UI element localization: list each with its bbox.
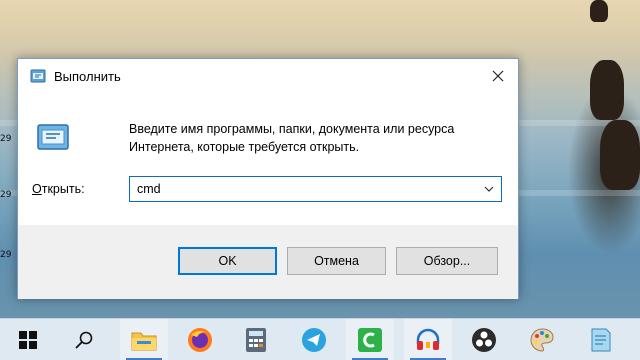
start-button[interactable]: [4, 319, 52, 360]
dialog-title: Выполнить: [54, 69, 121, 84]
wallpaper-shore: [0, 0, 640, 60]
search-button[interactable]: [60, 319, 108, 360]
windows-logo-icon: [19, 331, 37, 349]
chevron-down-icon: [484, 186, 494, 192]
desktop-icon-label[interactable]: 29: [0, 190, 18, 200]
dialog-description: Введите имя программы, папки, документа …: [129, 120, 509, 156]
desktop-icon-label[interactable]: 29: [0, 134, 18, 144]
taskbar-firefox[interactable]: [176, 319, 224, 360]
description-line-1: Введите имя программы, папки, документа …: [129, 122, 455, 136]
telegram-icon: [302, 328, 326, 352]
taskbar-camtasia[interactable]: [346, 319, 394, 360]
close-icon: [492, 70, 504, 82]
close-button[interactable]: [478, 59, 518, 93]
headphones-icon: [416, 328, 440, 350]
taskbar-file-explorer[interactable]: [120, 319, 168, 360]
folder-icon: [131, 332, 157, 351]
notepad-icon: [591, 328, 611, 352]
open-label: Открыть:: [32, 182, 85, 196]
cancel-button[interactable]: Отмена: [287, 247, 386, 275]
browse-button[interactable]: Обзор...: [396, 247, 498, 275]
taskbar-audio-app[interactable]: [404, 319, 452, 360]
taskbar-telegram[interactable]: [290, 319, 338, 360]
taskbar-obs[interactable]: [460, 319, 508, 360]
desktop-icon-label[interactable]: 29: [0, 250, 18, 260]
firefox-icon: [188, 328, 212, 352]
dialog-button-bar: OK Отмена Обзор...: [18, 225, 518, 299]
run-app-icon: [30, 69, 46, 83]
ok-button[interactable]: OK: [178, 247, 277, 275]
open-label-mnemonic: О: [32, 182, 42, 196]
taskbar-calculator[interactable]: [232, 319, 280, 360]
wallpaper-bird-silhouette: [590, 0, 608, 22]
taskbar-notes[interactable]: [576, 319, 624, 360]
command-combobox[interactable]: cmd: [129, 176, 502, 202]
taskbar: [0, 318, 640, 360]
run-icon: [37, 124, 69, 150]
camtasia-icon: [358, 328, 382, 352]
paint-palette-icon: [530, 328, 554, 352]
run-dialog: Выполнить Введите имя программы, папки, …: [17, 58, 519, 299]
command-input[interactable]: cmd: [137, 182, 161, 196]
description-line-2: Интернета, которые требуется открыть.: [129, 140, 360, 154]
dialog-titlebar[interactable]: Выполнить: [18, 59, 518, 93]
combo-dropdown-button[interactable]: [477, 177, 501, 201]
calculator-icon: [246, 328, 266, 352]
open-label-text: ткрыть:: [41, 182, 85, 196]
wallpaper-person-silhouette: [600, 120, 640, 190]
wallpaper-person-silhouette: [590, 60, 624, 120]
taskbar-paint[interactable]: [518, 319, 566, 360]
search-icon: [75, 331, 93, 349]
obs-icon: [472, 328, 496, 352]
